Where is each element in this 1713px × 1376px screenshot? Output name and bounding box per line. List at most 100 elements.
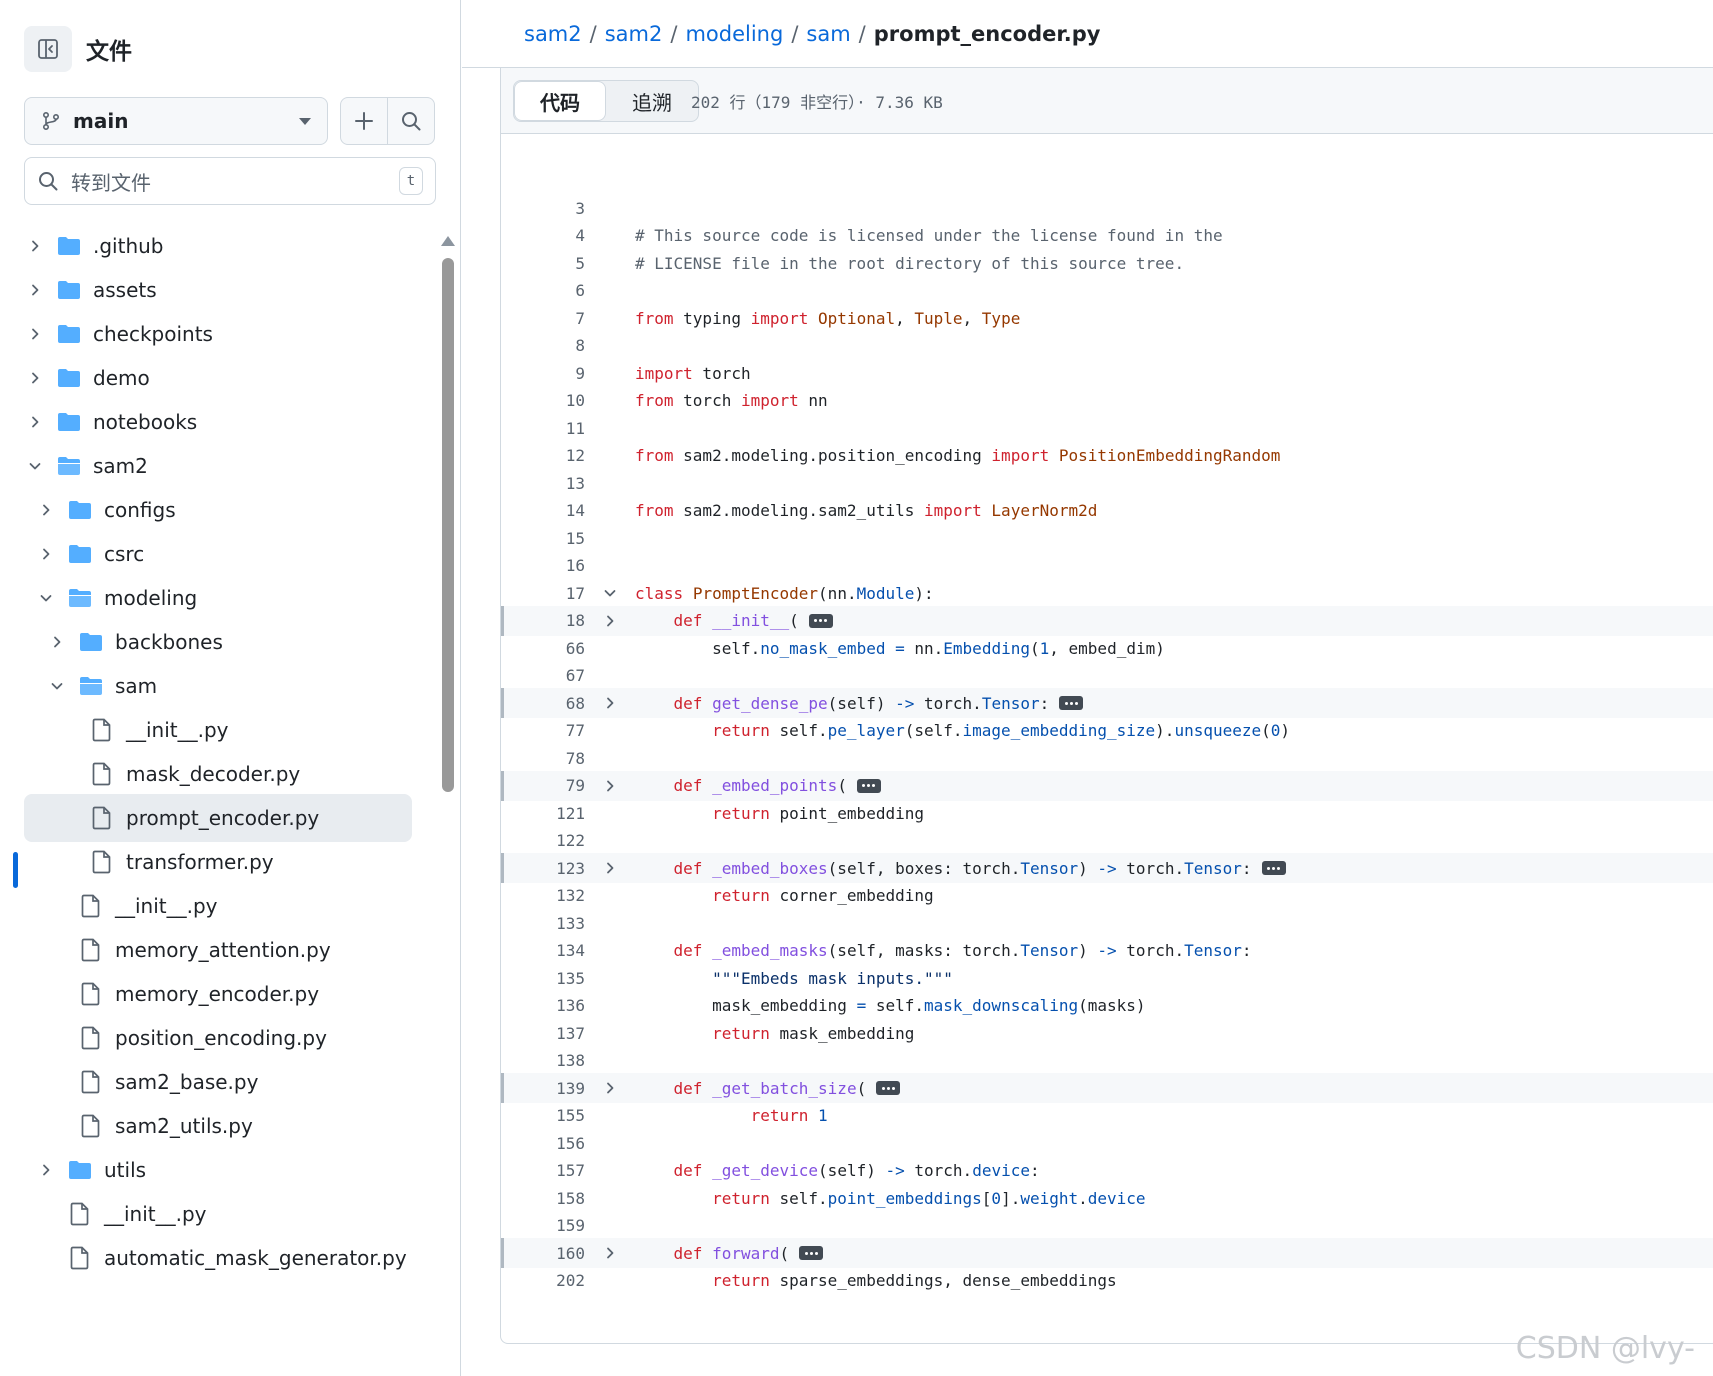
line-number[interactable]: 157 bbox=[501, 1161, 585, 1180]
line-number[interactable]: 137 bbox=[501, 1024, 585, 1043]
tree-file-item[interactable]: automatic_mask_generator.py bbox=[24, 1234, 412, 1282]
tab-code[interactable]: 代码 bbox=[514, 81, 606, 121]
fold-toggle[interactable] bbox=[585, 1245, 635, 1261]
tab-blame[interactable]: 追溯 bbox=[606, 81, 698, 121]
code-token: ( bbox=[779, 1243, 790, 1263]
ellipsis-icon[interactable] bbox=[808, 613, 833, 628]
code-token: return bbox=[712, 1188, 770, 1208]
tree-file-item[interactable]: memory_encoder.py bbox=[24, 970, 412, 1018]
line-number[interactable]: 17 bbox=[501, 584, 585, 603]
line-number[interactable]: 9 bbox=[501, 364, 585, 383]
tree-file-item[interactable]: mask_decoder.py bbox=[24, 750, 412, 798]
fold-toggle[interactable] bbox=[585, 613, 635, 629]
line-number[interactable]: 134 bbox=[501, 941, 585, 960]
line-number[interactable]: 10 bbox=[501, 391, 585, 410]
breadcrumb-link[interactable]: modeling bbox=[685, 22, 783, 46]
tree-file-item[interactable]: __init__.py bbox=[24, 1190, 412, 1238]
line-number[interactable]: 79 bbox=[501, 776, 585, 795]
add-file-button[interactable] bbox=[340, 97, 388, 145]
ellipsis-icon[interactable] bbox=[876, 1081, 901, 1095]
chevron-down-icon bbox=[40, 595, 52, 602]
tree-folder-item[interactable]: sam2 bbox=[24, 442, 412, 490]
search-files-button[interactable] bbox=[387, 97, 435, 145]
line-number[interactable]: 155 bbox=[501, 1106, 585, 1125]
tree-folder-item[interactable]: modeling bbox=[24, 574, 412, 622]
code-text: from typing import Optional, Tuple, Type bbox=[635, 309, 1020, 328]
ellipsis-icon[interactable] bbox=[799, 1246, 824, 1260]
fold-toggle[interactable] bbox=[585, 585, 635, 601]
ellipsis-icon[interactable] bbox=[1059, 696, 1084, 710]
code-text: return corner_embedding bbox=[635, 886, 934, 905]
line-number[interactable]: 4 bbox=[501, 226, 585, 245]
go-to-file-input[interactable]: 转到文件 t bbox=[24, 157, 436, 205]
line-number[interactable]: 3 bbox=[501, 199, 585, 218]
line-number[interactable]: 133 bbox=[501, 914, 585, 933]
breadcrumb-link[interactable]: sam bbox=[806, 22, 850, 46]
code-token: -> bbox=[1097, 858, 1117, 878]
tree-folder-item[interactable]: sam bbox=[24, 662, 412, 710]
breadcrumb-link[interactable]: sam2 bbox=[605, 22, 663, 46]
line-number[interactable]: 77 bbox=[501, 721, 585, 740]
tree-folder-item[interactable]: csrc bbox=[24, 530, 412, 578]
breadcrumb-link[interactable]: sam2 bbox=[524, 22, 582, 46]
branch-selector-button[interactable]: main bbox=[24, 97, 328, 145]
line-number[interactable]: 16 bbox=[501, 556, 585, 575]
line-number[interactable]: 13 bbox=[501, 474, 585, 493]
line-number[interactable]: 11 bbox=[501, 419, 585, 438]
line-number[interactable]: 5 bbox=[501, 254, 585, 273]
line-number[interactable]: 121 bbox=[501, 804, 585, 823]
line-number[interactable]: 136 bbox=[501, 996, 585, 1015]
line-number[interactable]: 66 bbox=[501, 639, 585, 658]
line-number[interactable]: 12 bbox=[501, 446, 585, 465]
line-number[interactable]: 135 bbox=[501, 969, 585, 988]
tree-folder-item[interactable]: utils bbox=[24, 1146, 412, 1194]
line-number[interactable]: 158 bbox=[501, 1189, 585, 1208]
line-number[interactable]: 18 bbox=[501, 611, 585, 630]
line-number[interactable]: 68 bbox=[501, 694, 585, 713]
code-token: pe_layer bbox=[827, 721, 905, 740]
ellipsis-icon[interactable] bbox=[856, 778, 881, 793]
line-number[interactable]: 14 bbox=[501, 501, 585, 520]
line-number[interactable]: 78 bbox=[501, 749, 585, 768]
line-number[interactable]: 139 bbox=[501, 1079, 585, 1098]
tree-folder-item[interactable]: .github bbox=[24, 222, 412, 270]
sidebar-scrollbar-thumb[interactable] bbox=[442, 258, 454, 792]
fold-toggle[interactable] bbox=[585, 695, 635, 711]
tree-file-item[interactable]: memory_attention.py bbox=[24, 926, 412, 974]
tree-item-name: .github bbox=[93, 234, 164, 258]
tree-file-item[interactable]: position_encoding.py bbox=[24, 1014, 412, 1062]
tree-file-item[interactable]: sam2_base.py bbox=[24, 1058, 412, 1106]
tree-file-item[interactable]: transformer.py bbox=[24, 838, 412, 886]
tree-folder-item[interactable]: demo bbox=[24, 354, 412, 402]
fold-toggle[interactable] bbox=[585, 778, 635, 794]
line-number[interactable]: 122 bbox=[501, 831, 585, 850]
line-number[interactable]: 156 bbox=[501, 1134, 585, 1153]
tree-folder-item[interactable]: backbones bbox=[24, 618, 412, 666]
line-number[interactable]: 6 bbox=[501, 281, 585, 300]
line-number[interactable]: 160 bbox=[501, 1244, 585, 1263]
tree-file-item[interactable]: sam2_utils.py bbox=[24, 1102, 412, 1150]
tree-folder-item[interactable]: checkpoints bbox=[24, 310, 412, 358]
line-number[interactable]: 123 bbox=[501, 859, 585, 878]
tree-folder-item[interactable]: assets bbox=[24, 266, 412, 314]
code-token: 0 bbox=[1270, 721, 1281, 740]
tree-file-item[interactable]: __init__.py bbox=[24, 706, 412, 754]
sidebar-toggle-button[interactable] bbox=[24, 26, 72, 72]
line-number[interactable]: 67 bbox=[501, 666, 585, 685]
chevron-right-icon bbox=[607, 862, 614, 874]
line-number[interactable]: 132 bbox=[501, 886, 585, 905]
tree-file-item[interactable]: __init__.py bbox=[24, 882, 412, 930]
tree-folder-item[interactable]: configs bbox=[24, 486, 412, 534]
tree-folder-item[interactable]: notebooks bbox=[24, 398, 412, 446]
line-number[interactable]: 138 bbox=[501, 1051, 585, 1070]
line-number[interactable]: 159 bbox=[501, 1216, 585, 1235]
ellipsis-icon[interactable] bbox=[1261, 861, 1286, 875]
tree-file-item[interactable]: prompt_encoder.py bbox=[24, 794, 412, 842]
fold-toggle[interactable] bbox=[585, 860, 635, 876]
fold-toggle[interactable] bbox=[585, 1080, 635, 1096]
line-number[interactable]: 15 bbox=[501, 529, 585, 548]
scroll-up-arrow[interactable] bbox=[441, 236, 455, 246]
line-number[interactable]: 7 bbox=[501, 309, 585, 328]
line-number[interactable]: 202 bbox=[501, 1271, 585, 1290]
line-number[interactable]: 8 bbox=[501, 336, 585, 355]
